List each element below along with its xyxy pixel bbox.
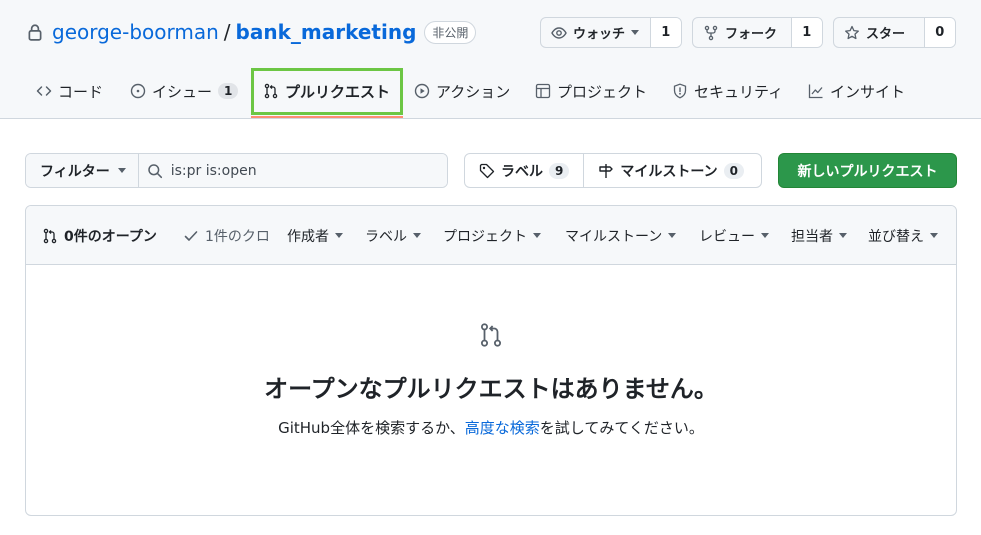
new-pull-request-button[interactable]: 新しいプルリクエスト [778, 153, 957, 188]
tab-pull-requests[interactable]: プルリクエスト [263, 73, 390, 109]
tab-insights[interactable]: インサイト [808, 73, 905, 109]
chevron-down-icon [761, 233, 769, 238]
filter-dropdown-button[interactable]: フィルター [26, 154, 139, 187]
closed-count-label: 1件のクロ [205, 228, 270, 245]
labels-label: ラベル [501, 163, 543, 180]
repo-header: george-boorman / bank_marketing 非公開 ウォッチ… [0, 0, 981, 119]
milestones-filter-label: マイルストーン [565, 228, 663, 245]
visibility-badge: 非公開 [424, 20, 477, 44]
search-icon [147, 163, 162, 178]
open-count-label: 0件のオープン [64, 228, 157, 245]
fork-button[interactable]: フォーク [693, 18, 791, 47]
chevron-down-icon [117, 168, 126, 173]
closed-filter-link[interactable]: 1件のクロ [183, 206, 270, 265]
milestones-button[interactable]: マイルストーン 0 [583, 154, 761, 187]
git-pull-request-icon [264, 83, 278, 99]
fork-count[interactable]: 1 [790, 18, 822, 47]
shield-icon [673, 83, 687, 99]
git-pull-request-icon [43, 228, 57, 243]
blank-state: オープンなプルリクエストはありません。 GitHub全体を検索するか、高度な検索… [26, 266, 956, 515]
watch-button[interactable]: ウォッチ [541, 18, 650, 47]
labels-count-badge: 9 [549, 162, 570, 179]
check-icon [184, 230, 198, 241]
milestone-icon [599, 163, 614, 178]
blank-state-text: GitHub全体を検索するか、高度な検索を試してみてください。 [26, 417, 956, 438]
watch-label: ウォッチ [573, 27, 626, 42]
star-button[interactable]: スター [834, 18, 924, 47]
tab-actions[interactable]: アクション [414, 73, 510, 109]
reviews-filter-label: レビュー [699, 228, 755, 245]
tab-projects-label: プロジェクト [557, 82, 648, 101]
filter-bar: フィルター is:pr is:open [25, 153, 448, 188]
chevron-down-icon [335, 233, 343, 238]
chevron-down-icon [668, 233, 677, 238]
eye-icon [551, 26, 567, 39]
selected-tab-underline [251, 116, 403, 118]
repo-separator: / [223, 20, 231, 44]
search-input[interactable]: is:pr is:open [138, 154, 447, 187]
star-icon [845, 25, 859, 39]
projects-filter-dropdown[interactable]: プロジェクト [443, 206, 541, 265]
label-filter-dropdown[interactable]: ラベル [365, 206, 421, 265]
milestones-filter-dropdown[interactable]: マイルストーン [565, 206, 677, 265]
tab-insights-label: インサイト [830, 82, 906, 101]
tab-security-label: セキュリティ [694, 82, 784, 101]
author-filter-dropdown[interactable]: 作成者 [287, 206, 343, 265]
code-icon [36, 86, 52, 96]
fork-button-group: フォーク 1 [692, 17, 823, 48]
reviews-filter-dropdown[interactable]: レビュー [699, 206, 769, 265]
search-input-value: is:pr is:open [170, 162, 257, 179]
advanced-search-link[interactable]: 高度な検索 [465, 419, 540, 437]
issues-count-badge: 1 [218, 83, 239, 99]
chevron-down-icon [413, 233, 421, 238]
repo-owner-link[interactable]: george-boorman [52, 20, 219, 44]
lock-icon [28, 24, 42, 41]
sort-label: 並び替え [868, 228, 924, 245]
pull-requests-box: 0件のオープン 1件のクロ 作成者 ラベル プロジェクト マイルストーン レビュ… [25, 205, 957, 516]
tab-projects[interactable]: プロジェクト [535, 73, 647, 109]
star-label: スター [866, 27, 906, 42]
blank-state-title: オープンなプルリクエストはありません。 [264, 375, 718, 403]
watch-count[interactable]: 1 [649, 18, 681, 47]
assignee-filter-dropdown[interactable]: 担当者 [791, 206, 847, 265]
chevron-down-icon [533, 233, 541, 238]
watch-button-group: ウォッチ 1 [540, 17, 682, 48]
projects-filter-label: プロジェクト [443, 228, 527, 245]
label-filter-label: ラベル [365, 228, 407, 245]
tab-security[interactable]: セキュリティ [672, 73, 783, 109]
repo-forked-icon [704, 25, 718, 40]
filter-label: フィルター [40, 163, 110, 180]
fork-label: フォーク [725, 27, 778, 42]
tab-code-label: コード [58, 82, 104, 101]
open-filter-link[interactable]: 0件のオープン [42, 206, 157, 265]
milestones-label: マイルストーン [620, 163, 718, 180]
labels-button[interactable]: ラベル 9 [465, 154, 583, 187]
star-count[interactable]: 0 [923, 18, 955, 47]
tag-icon [479, 163, 495, 178]
author-filter-label: 作成者 [287, 228, 329, 245]
issue-opened-icon [130, 83, 146, 99]
tab-actions-label: アクション [436, 82, 511, 101]
sort-dropdown[interactable]: 並び替え [868, 206, 938, 265]
milestones-count-badge: 0 [723, 162, 745, 179]
tab-code[interactable]: コード [36, 73, 103, 109]
tab-issues[interactable]: イシュー 1 [130, 73, 239, 109]
star-button-group: スター 0 [833, 17, 956, 48]
list-header: 0件のオープン 1件のクロ 作成者 ラベル プロジェクト マイルストーン レビュ… [26, 206, 956, 265]
assignee-filter-label: 担当者 [791, 228, 833, 245]
repo-name-link[interactable]: bank_marketing [236, 20, 417, 44]
chevron-down-icon [631, 30, 640, 35]
blank-text-before: GitHub全体を検索するか、 [278, 419, 465, 437]
play-icon [414, 83, 430, 99]
tab-pull-requests-label: プルリクエスト [285, 82, 391, 101]
graph-icon [808, 84, 823, 99]
tab-issues-label: イシュー [152, 82, 213, 101]
labels-milestones-group: ラベル 9 マイルストーン 0 [464, 153, 762, 188]
git-pull-request-icon [481, 323, 501, 347]
chevron-down-icon [839, 233, 847, 238]
chevron-down-icon [930, 233, 938, 238]
table-icon [535, 83, 551, 99]
blank-text-after: を試してみてください。 [539, 419, 704, 437]
repo-title: george-boorman / bank_marketing 非公開 [26, 18, 477, 46]
